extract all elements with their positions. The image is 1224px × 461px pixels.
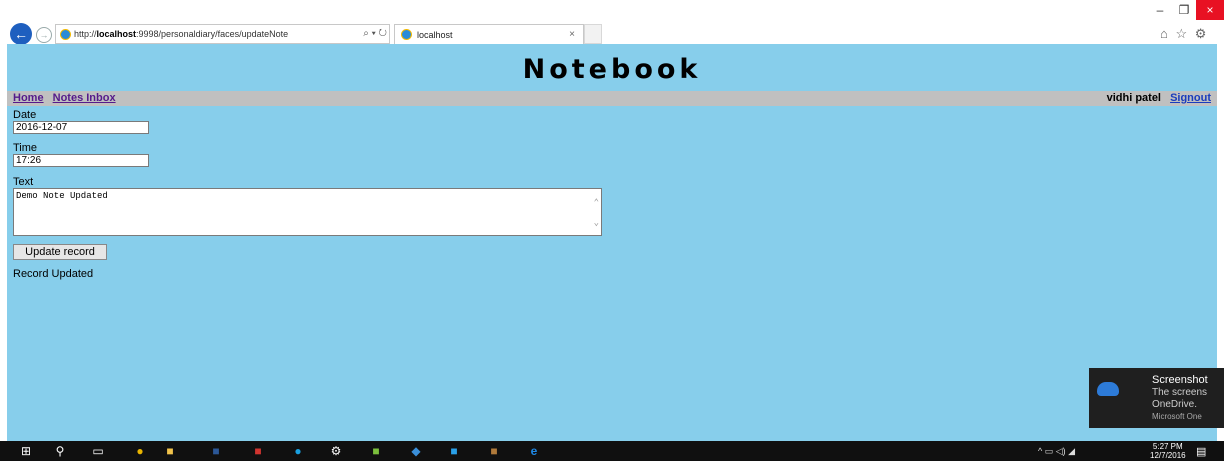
date-input[interactable]: 2016-12-07	[13, 121, 149, 134]
toast-body-line1: The screens	[1152, 387, 1208, 398]
app-icon-4[interactable]: ■	[446, 444, 462, 458]
clock-date: 12/7/2016	[1150, 451, 1186, 460]
tab-close-icon[interactable]: ×	[569, 25, 575, 45]
onedrive-cloud-icon	[1097, 382, 1119, 396]
task-view-icon[interactable]: ▭	[90, 444, 106, 458]
navbar: Home Notes Inbox vidhi patel Signout	[7, 91, 1217, 106]
taskbar: ⊞ ⚲ ▭ ● ■ ■ ■ ● ⚙ ■ ◆ ■ ■ e ^ ▭ ◁) ◢ 5:2…	[0, 441, 1224, 461]
address-bar[interactable]: http://localhost:9998/personaldiary/face…	[55, 24, 390, 44]
date-label: Date	[13, 109, 37, 121]
status-message: Record Updated	[13, 268, 94, 280]
app-icon-1[interactable]: ■	[208, 444, 224, 458]
tab-ie-icon	[401, 29, 412, 40]
user-area: vidhi patel Signout	[1107, 91, 1211, 106]
notes-inbox-link[interactable]: Notes Inbox	[53, 92, 116, 104]
internet-explorer-icon[interactable]: e	[526, 444, 542, 458]
url-rest: :9998/personaldiary/faces/updateNote	[136, 29, 289, 39]
page-title: Notebook	[522, 54, 702, 85]
textarea-scrollbar[interactable]: ⌃ ⌄	[594, 193, 599, 233]
tab-title: localhost	[417, 30, 453, 40]
text-label: Text	[13, 176, 34, 188]
url-prefix: http://	[74, 29, 97, 39]
toast-source: Microsoft One	[1152, 412, 1202, 421]
page-content: Notebook Home Notes Inbox vidhi patel Si…	[7, 44, 1217, 441]
forward-button[interactable]: →	[36, 27, 52, 43]
address-controls[interactable]: ⌕ ▾ ↻	[359, 25, 387, 43]
system-tray[interactable]: ^ ▭ ◁) ◢	[1038, 441, 1075, 461]
new-tab-button[interactable]	[584, 24, 602, 44]
taskbar-clock[interactable]: 5:27 PM 12/7/2016	[1150, 442, 1186, 460]
onedrive-toast[interactable]: Screenshot The screens OneDrive. Microso…	[1089, 368, 1224, 428]
back-button[interactable]: ←	[10, 23, 32, 45]
time-input[interactable]: 17:26	[13, 154, 149, 167]
minimize-button[interactable]: –	[1148, 0, 1172, 20]
screen: ← → http://localhost:9998/personaldiary/…	[0, 0, 1224, 461]
url-host: localhost	[96, 29, 137, 39]
maximize-button[interactable]: ❐	[1172, 0, 1196, 20]
ie-icon	[60, 29, 71, 40]
user-name: vidhi patel	[1106, 92, 1161, 104]
text-area[interactable]: Demo Note Updated ⌃ ⌄	[13, 188, 602, 236]
browser-tab[interactable]: localhost ×	[394, 24, 584, 44]
app-icon-2[interactable]: ■	[250, 444, 266, 458]
windows-start-icon[interactable]: ⊞	[18, 444, 34, 458]
browser-chrome: ← → http://localhost:9998/personaldiary/…	[0, 0, 1224, 57]
nav-links: Home Notes Inbox	[13, 91, 122, 106]
toast-body: The screens OneDrive.	[1152, 387, 1207, 411]
signout-link[interactable]: Signout	[1170, 92, 1211, 104]
app-icon-3[interactable]: ◆	[408, 444, 424, 458]
close-window-button[interactable]: ×	[1196, 0, 1224, 20]
notepad-icon[interactable]: ■	[368, 444, 384, 458]
app-icon-5[interactable]: ■	[486, 444, 502, 458]
action-center-icon[interactable]: ▤	[1196, 445, 1206, 458]
time-label: Time	[13, 142, 38, 154]
settings-gear-icon[interactable]: ⚙	[328, 444, 344, 458]
chrome-icon[interactable]: ●	[132, 444, 148, 458]
clock-time: 5:27 PM	[1152, 442, 1183, 451]
text-area-value: Demo Note Updated	[16, 191, 108, 201]
toast-body-line2: OneDrive.	[1152, 399, 1198, 410]
home-link[interactable]: Home	[13, 92, 44, 104]
toast-title: Screenshot	[1152, 374, 1208, 386]
search-icon[interactable]: ⚲	[52, 444, 68, 458]
file-explorer-icon[interactable]: ■	[162, 444, 178, 458]
update-record-button[interactable]: Update record	[13, 244, 107, 260]
skype-icon[interactable]: ●	[290, 444, 306, 458]
